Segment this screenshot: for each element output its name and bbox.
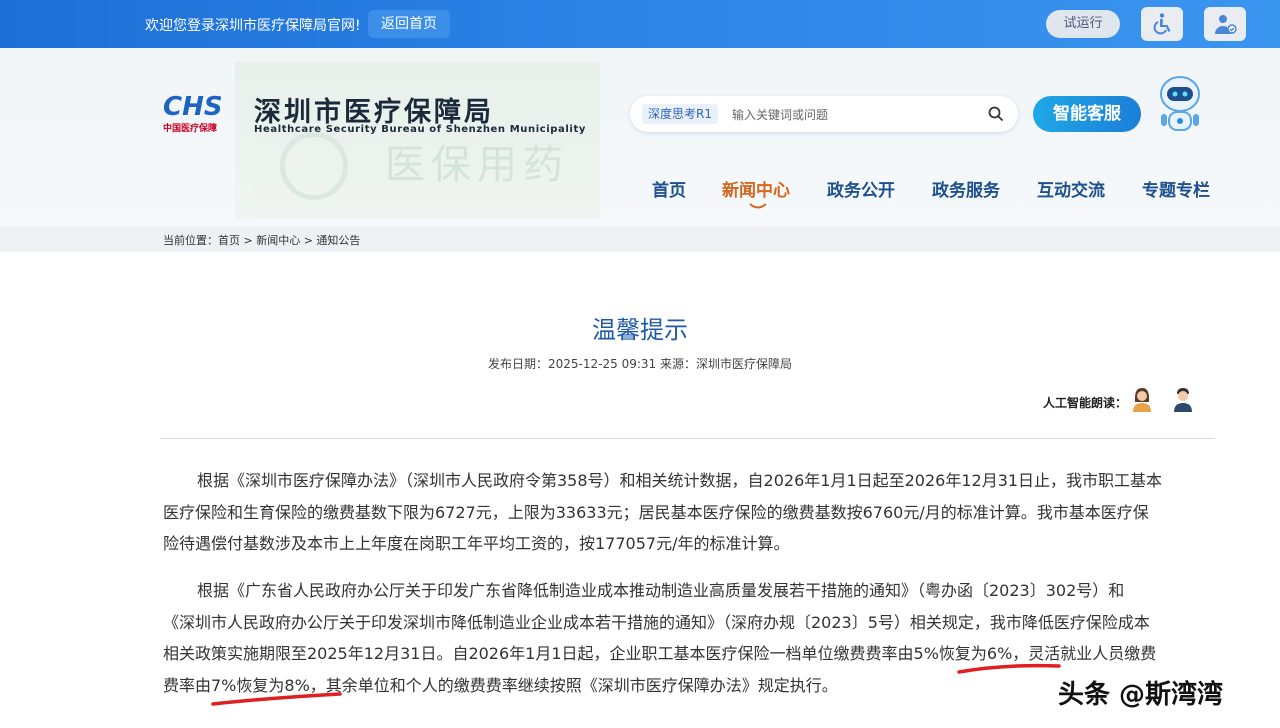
deep-think-tag[interactable]: 深度思考R1 xyxy=(642,104,718,124)
content-divider xyxy=(160,438,1215,439)
paragraph-line: 《深圳市人民政府办公厅关于印发深圳市降低制造业企业成本若干措施的通知》（深府办规… xyxy=(163,612,1150,632)
ai-reader-label: 人工智能朗读： xyxy=(1043,396,1128,410)
paragraph-base-contribution: 根据《深圳市医疗保障办法》（深圳市人民政府令第358号）和相关统计数据，自202… xyxy=(163,465,1218,560)
logo-text: CHS xyxy=(163,92,223,120)
nav-gov-services[interactable]: 政务服务 xyxy=(932,176,1000,201)
paragraph-line: 险待遇偿付基数涉及本市上上年度在岗职工年平均工资的，按177057元/年的标准计… xyxy=(163,534,790,553)
search-box: 深度思考R1 xyxy=(630,96,1018,132)
nav-special-topics[interactable]: 专题专栏 xyxy=(1142,176,1210,201)
male-voice-avatar-icon[interactable] xyxy=(1172,386,1194,412)
paragraph-line: 根据《深圳市医疗保障办法》（深圳市人民政府令第358号）和相关统计数据，自202… xyxy=(197,471,1163,490)
search-input[interactable] xyxy=(730,104,974,126)
elder-mode-button[interactable] xyxy=(1204,7,1246,41)
female-voice-avatar-icon[interactable] xyxy=(1131,386,1153,412)
search-icon[interactable] xyxy=(988,106,1004,122)
accessibility-icon xyxy=(1153,13,1171,35)
nav-home[interactable]: 首页 xyxy=(652,176,686,201)
org-name-en: Healthcare Security Bureau of Shenzhen M… xyxy=(254,124,586,135)
logo-subtitle: 中国医疗保障 xyxy=(163,124,218,134)
header-banner-image: 医保用药 xyxy=(235,62,600,219)
smart-service-button[interactable]: 智能客服 xyxy=(1033,96,1141,132)
banner-text: 医保用药 xyxy=(385,142,569,188)
paragraph-line: 根据《广东省人民政府办公厅关于印发广东省降低制造业成本推动制造业高质量发展若干措… xyxy=(197,581,1125,600)
breadcrumb[interactable]: 当前位置：首页 > 新闻中心 > 通知公告 xyxy=(163,232,360,248)
robot-assistant-icon[interactable] xyxy=(1155,74,1205,136)
welcome-text: 欢迎您登录深圳市医疗保障局官网! xyxy=(145,18,361,34)
nav-news-center[interactable]: 新闻中心 xyxy=(722,176,790,201)
nav-interaction[interactable]: 互动交流 xyxy=(1037,176,1105,201)
breadcrumb-bar: 当前位置：首页 > 新闻中心 > 通知公告 xyxy=(0,226,1280,252)
article-title: 温馨提示 xyxy=(592,316,688,344)
accessibility-button[interactable] xyxy=(1141,7,1183,41)
red-underline-annotation xyxy=(957,663,1061,674)
active-nav-indicator xyxy=(749,203,767,209)
top-bar: 欢迎您登录深圳市医疗保障局官网! 返回首页 试运行 xyxy=(0,0,1280,48)
source-watermark: 头条 @斯湾湾 xyxy=(1058,680,1224,710)
banner-emblem xyxy=(280,132,348,200)
paragraph-line: 医疗保险和生育保险的缴费基数下限为6727元，上限为33633元；居民基本医疗保… xyxy=(163,502,1149,522)
nav-gov-affairs-open[interactable]: 政务公开 xyxy=(827,176,895,201)
chs-logo: CHS xyxy=(163,92,223,120)
return-home-link[interactable]: 返回首页 xyxy=(368,10,450,38)
red-underline-annotation xyxy=(211,692,342,706)
trial-run-badge[interactable]: 试运行 xyxy=(1046,10,1120,38)
article-meta: 发布日期：2025-12-25 09:31 来源：深圳市医疗保障局 xyxy=(488,357,792,371)
elder-mode-icon xyxy=(1215,15,1237,34)
